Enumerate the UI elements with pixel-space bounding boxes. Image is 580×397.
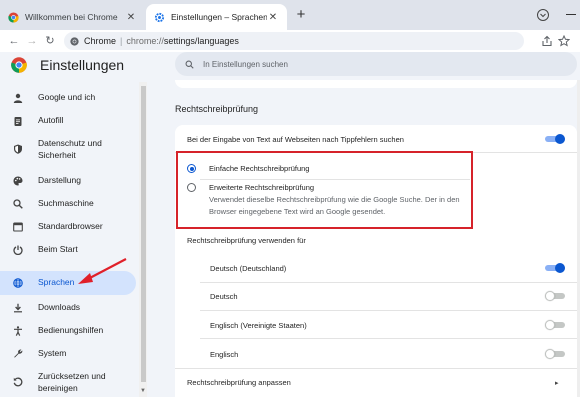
- download-icon: [14, 303, 22, 313]
- close-icon[interactable]: ✕: [267, 12, 279, 23]
- toolbar: ← → ↻ Chrome | chrome:// settings/langua…: [0, 30, 580, 52]
- divider: [200, 310, 577, 311]
- sidebar-item-on-startup[interactable]: Beim Start: [0, 244, 136, 256]
- minimize-button[interactable]: [566, 14, 576, 15]
- sidebar-item-downloads[interactable]: Downloads: [0, 302, 136, 314]
- back-button[interactable]: ←: [6, 33, 22, 49]
- tab-welcome[interactable]: Willkommen bei Chrome ✕: [0, 4, 145, 30]
- chrome-icon: [8, 11, 19, 23]
- reload-button[interactable]: ↻: [42, 33, 58, 49]
- sidebar-item-accessibility[interactable]: Bedienungshilfen: [0, 325, 136, 337]
- sidebar-item-label: Datenschutz und Sicherheit: [38, 138, 102, 160]
- settings-header: Einstellungen In Einstellungen suchen: [0, 52, 580, 80]
- sidebar-scrollbar-thumb[interactable]: [141, 86, 146, 382]
- close-icon[interactable]: ✕: [125, 12, 137, 23]
- sidebar-item-default-browser[interactable]: Standardbrowser: [0, 221, 136, 233]
- sidebar-item-reset[interactable]: Zurücksetzen und bereinigen: [0, 371, 110, 394]
- language-label: Englisch (Vereinigte Staaten): [210, 321, 307, 330]
- sidebar-item-search-engine[interactable]: Suchmaschine: [0, 198, 136, 210]
- chevron-down-icon[interactable]: [537, 9, 549, 21]
- clipboard-icon: [14, 117, 22, 126]
- sidebar-item-label: Darstellung: [38, 175, 81, 185]
- sidebar-item-label: Standardbrowser: [38, 221, 103, 231]
- wrench-icon: [14, 349, 23, 358]
- sidebar-item-autofill[interactable]: Autofill: [0, 115, 136, 127]
- tab-settings[interactable]: Einstellungen – Sprachen ✕: [146, 4, 287, 30]
- power-icon: [13, 245, 23, 255]
- sidebar-item-label: Beim Start: [38, 244, 78, 254]
- divider: [200, 282, 577, 283]
- tab-strip: Willkommen bei Chrome ✕ Einstellungen – …: [0, 0, 580, 30]
- search-icon: [185, 60, 194, 69]
- browser-icon: [13, 222, 23, 232]
- sidebar-item-label: System: [38, 348, 67, 358]
- palette-icon: [13, 176, 23, 186]
- address-bar[interactable]: Chrome | chrome:// settings/languages: [64, 32, 524, 50]
- scroll-down-icon[interactable]: ▼: [140, 388, 146, 394]
- forward-button[interactable]: →: [24, 33, 40, 49]
- language-label: Deutsch: [210, 292, 238, 301]
- highlight-box: [176, 151, 473, 229]
- sidebar-item-label: Suchmaschine: [38, 198, 94, 208]
- annotation-arrow-icon: [78, 258, 127, 284]
- divider: [200, 338, 577, 339]
- divider: [175, 368, 577, 369]
- sidebar-item-label: Bedienungshilfen: [38, 325, 104, 335]
- url-host: chrome://: [126, 36, 164, 46]
- languages-heading: Rechtschreibprüfung verwenden für: [187, 236, 306, 245]
- spellcheck-toggle-label: Bei der Eingabe von Text auf Webseiten n…: [187, 135, 404, 144]
- language-toggle-en[interactable]: [545, 349, 565, 359]
- tab-title: Willkommen bei Chrome: [25, 12, 118, 22]
- shield-icon: [14, 144, 22, 154]
- previous-card-bottom: [175, 80, 577, 88]
- tab-title: Einstellungen – Sprachen: [171, 12, 267, 22]
- new-tab-button[interactable]: +: [293, 7, 309, 23]
- gear-icon: [154, 12, 165, 22]
- url-separator: |: [120, 36, 123, 46]
- reset-icon: [13, 377, 23, 387]
- language-toggle-en-us[interactable]: [545, 320, 565, 330]
- site-label: Chrome: [84, 36, 117, 46]
- globe-icon: [13, 278, 23, 288]
- chrome-icon: [70, 36, 79, 46]
- page-title: Einstellungen: [40, 57, 125, 73]
- star-icon[interactable]: [558, 35, 570, 47]
- settings-sidebar: Google und ich Autofill Datenschutz und …: [0, 82, 140, 397]
- settings-search-input[interactable]: In Einstellungen suchen: [175, 52, 577, 76]
- language-label: Englisch: [210, 350, 239, 359]
- share-icon[interactable]: [541, 35, 553, 47]
- language-toggle-de-de[interactable]: [545, 263, 565, 273]
- sidebar-item-appearance[interactable]: Darstellung: [0, 175, 136, 187]
- sidebar-item-label: Sprachen: [38, 277, 75, 288]
- sidebar-item-label: Zurücksetzen und bereinigen: [38, 371, 106, 393]
- person-icon: [13, 93, 23, 103]
- search-icon: [13, 199, 23, 209]
- sidebar-item-label: Autofill: [38, 115, 64, 125]
- sidebar-item-label: Google und ich: [38, 92, 96, 102]
- spellcheck-toggle[interactable]: [545, 134, 565, 144]
- section-title: Rechtschreibprüfung: [175, 104, 259, 114]
- url-path: settings/languages: [163, 36, 239, 46]
- chrome-logo-icon: [11, 57, 27, 73]
- sidebar-item-privacy[interactable]: Datenschutz und Sicherheit: [0, 138, 110, 161]
- sidebar-item-google[interactable]: Google und ich: [0, 92, 136, 104]
- sidebar-item-label: Downloads: [38, 302, 81, 312]
- customize-spellcheck-link[interactable]: Rechtschreibprüfung anpassen: [187, 378, 291, 387]
- chevron-right-icon[interactable]: ▸: [555, 379, 559, 387]
- sidebar-item-system[interactable]: System: [0, 348, 136, 360]
- language-label: Deutsch (Deutschland): [210, 264, 287, 273]
- language-toggle-de[interactable]: [545, 291, 565, 301]
- search-placeholder: In Einstellungen suchen: [203, 59, 288, 69]
- accessibility-icon: [14, 326, 22, 336]
